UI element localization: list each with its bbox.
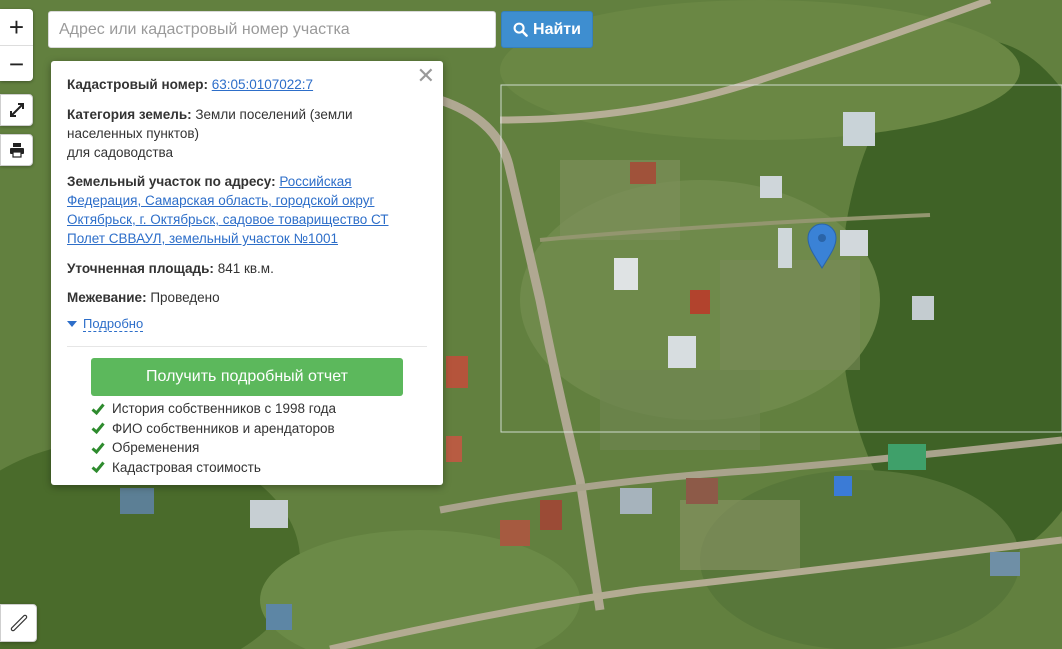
check-icon xyxy=(91,461,105,474)
house xyxy=(843,112,875,146)
house xyxy=(840,230,868,256)
feature-text: Кадастровая стоимость xyxy=(112,459,261,475)
greenhouse xyxy=(778,228,792,268)
land-category-row: Категория земель: Земли поселений (земли… xyxy=(67,105,427,162)
fullscreen-button[interactable] xyxy=(0,94,33,126)
house xyxy=(888,444,926,470)
house xyxy=(690,290,710,314)
details-toggle-label: Подробно xyxy=(83,316,144,332)
ruler-button[interactable] xyxy=(0,604,37,642)
house xyxy=(446,356,468,388)
list-item: Обременения xyxy=(91,438,336,458)
check-icon xyxy=(91,422,105,435)
fullscreen-icon xyxy=(9,103,24,117)
greenhouse xyxy=(614,258,638,290)
house xyxy=(540,500,562,530)
address-row: Земельный участок по адресу: Российская … xyxy=(67,172,427,248)
house xyxy=(630,162,656,184)
house xyxy=(446,436,462,462)
divider xyxy=(67,346,427,347)
feature-text: История собственников с 1998 года xyxy=(112,401,337,417)
survey-row: Межевание: Проведено xyxy=(67,288,427,307)
list-item: ФИО собственников и арендаторов xyxy=(91,419,336,439)
plot xyxy=(680,500,800,570)
greenhouse xyxy=(668,336,696,368)
zoom-in-button[interactable]: + xyxy=(0,9,33,45)
search-button-label: Найти xyxy=(533,20,581,38)
print-icon xyxy=(9,143,24,158)
land-category-label: Категория земель: xyxy=(67,107,192,122)
plot xyxy=(600,370,760,450)
cadastral-number-row: Кадастровый номер: 63:05:0107022:7 xyxy=(67,75,427,94)
list-item: Кадастровая стоимость xyxy=(91,458,336,478)
search-button[interactable]: Найти xyxy=(501,11,593,48)
report-features-list: История собственников с 1998 года ФИО со… xyxy=(91,399,336,477)
house xyxy=(266,604,292,630)
print-button[interactable] xyxy=(0,134,33,166)
check-icon xyxy=(91,403,105,415)
cadastral-number-link[interactable]: 63:05:0107022:7 xyxy=(212,77,313,92)
ruler-icon xyxy=(10,614,27,632)
feature-text: ФИО собственников и арендаторов xyxy=(112,420,335,436)
get-report-button[interactable]: Получить подробный отчет xyxy=(91,358,403,396)
parcel-info-popup: ✕ Кадастровый номер: 63:05:0107022:7 Кат… xyxy=(51,61,443,485)
tarp xyxy=(834,476,852,496)
zoom-out-button[interactable]: − xyxy=(0,45,33,82)
area-row: Уточненная площадь: 841 кв.м. xyxy=(67,259,427,278)
search-input[interactable] xyxy=(48,11,496,48)
house xyxy=(620,488,652,514)
house xyxy=(912,296,934,320)
list-item: История собственников с 1998 года xyxy=(91,399,336,419)
check-icon xyxy=(91,442,105,454)
plot xyxy=(720,260,860,370)
plot xyxy=(560,160,680,240)
feature-text: Обременения xyxy=(112,440,200,456)
close-icon[interactable]: ✕ xyxy=(417,65,435,87)
house xyxy=(500,520,530,546)
caret-down-icon xyxy=(67,321,77,327)
area-value: 841 кв.м. xyxy=(217,261,274,276)
house xyxy=(686,478,718,504)
survey-label: Межевание: xyxy=(67,290,147,305)
search-icon xyxy=(513,22,528,37)
cadastral-number-label: Кадастровый номер: xyxy=(67,77,208,92)
house xyxy=(760,176,782,198)
zoom-controls: + − xyxy=(0,9,33,81)
area-label: Уточненная площадь: xyxy=(67,261,214,276)
address-label: Земельный участок по адресу: xyxy=(67,174,276,189)
land-usage-value: для садоводства xyxy=(67,145,174,160)
survey-value: Проведено xyxy=(150,290,220,305)
house xyxy=(250,500,288,528)
details-toggle[interactable]: Подробно xyxy=(67,316,144,332)
house xyxy=(990,552,1020,576)
house xyxy=(120,488,154,514)
